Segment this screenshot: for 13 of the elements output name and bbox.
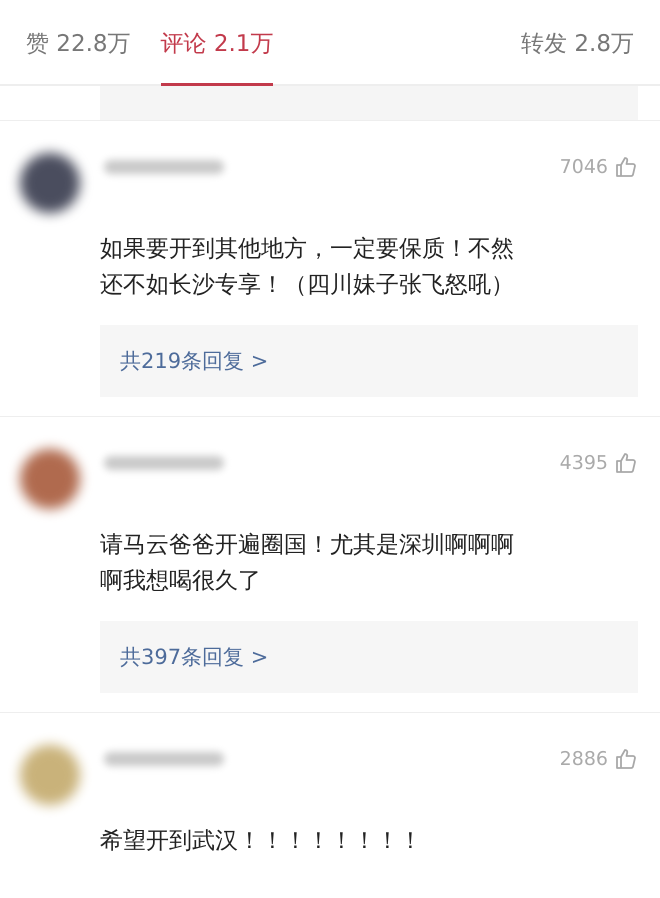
thumbs-up-icon[interactable] bbox=[614, 747, 638, 771]
tab[interactable]: 转发 2.8万 bbox=[521, 0, 634, 86]
replies-link[interactable]: 共219条回复 > bbox=[120, 347, 268, 375]
tab[interactable]: 赞 22.8万 bbox=[26, 0, 131, 86]
thumbs-up-icon[interactable] bbox=[614, 451, 638, 475]
thumbs-up-icon[interactable] bbox=[614, 155, 638, 179]
like-count: 7046 bbox=[560, 156, 608, 178]
like-count: 2886 bbox=[560, 748, 608, 770]
replies-link[interactable]: 共397条回复 > bbox=[120, 643, 268, 671]
like-count: 4395 bbox=[560, 452, 608, 474]
comment-text: 请马云爸爸开遍圈国！尤其是深圳啊啊啊 啊我想喝很久了 bbox=[100, 531, 515, 596]
comment-text: 如果要开到其他地方，一定要保质！不然 还不如长沙专享！（四川妹子张飞怒吼） bbox=[100, 235, 515, 300]
comment-text: 希望开到武汉！！！！！！！！ bbox=[100, 827, 423, 856]
